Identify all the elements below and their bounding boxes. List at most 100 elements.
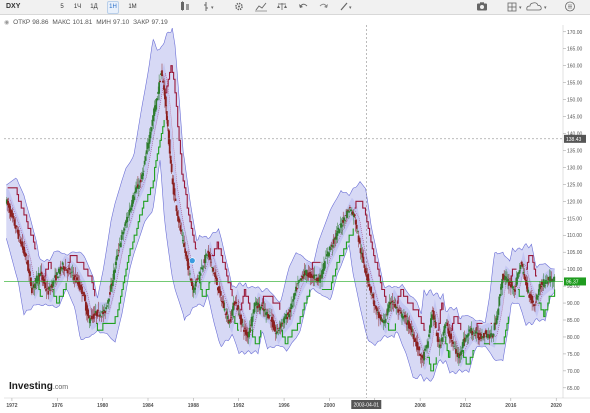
candle-bear [471,330,474,335]
candle-bear [178,218,181,223]
candle-bear [173,188,176,196]
candle-bear [484,330,487,334]
layout-icon[interactable]: ▾ [507,2,522,12]
y-tick-label: 135.00 [567,148,583,154]
candle-bear [332,239,335,244]
candle-bear [355,224,358,229]
candle-bull [336,230,339,236]
candle-bear [264,309,267,310]
candle-bear [175,205,178,212]
candle-bull [428,334,430,337]
candle-bull [467,333,470,337]
candle-bear [44,282,47,289]
candle-bear [72,275,75,276]
price-chart[interactable]: 65.0070.0075.0080.0085.0090.0095.00100.0… [0,15,590,413]
scale-icon[interactable] [277,3,287,10]
candle-bull [537,289,540,296]
candle-bear [368,284,371,287]
candle-bear [161,70,163,77]
candle-bear [245,331,248,336]
candle-bull [122,231,125,235]
candle-bear [96,309,99,317]
candle-bull [155,99,158,110]
candle-bear [235,302,238,304]
candle-bear [45,289,48,291]
y-tick-label: 170.00 [567,30,583,36]
candle-bear [418,346,421,351]
candle-bull [283,316,286,324]
x-tick-label: 2020 [551,403,562,409]
candle-bull [37,273,40,281]
candle-bull [346,210,348,218]
candle-bear [18,234,21,236]
candle-bull [498,296,501,306]
candle-type-icon[interactable] [181,1,189,11]
candle-bear [373,300,375,306]
candle-bull [288,313,291,318]
candle-bear [521,263,524,267]
candle-bear [12,216,15,219]
compare-icon[interactable] [255,2,267,12]
candle-bear [412,334,415,340]
candle-bear [416,341,419,350]
candle-bear [363,264,366,268]
candle-bear [46,288,49,290]
candle-bear [243,329,245,332]
candle-bull [119,242,122,248]
candle-bull [115,255,118,261]
candle-bull [299,278,302,281]
draw-icon[interactable]: ▾ [340,2,352,11]
candle-bull [255,301,258,306]
bars-type-icon[interactable]: ▾ [204,2,214,11]
menu-icon[interactable] [565,1,575,12]
camera-icon[interactable] [477,2,487,11]
candle-bull [356,231,359,232]
svg-text:▾: ▾ [544,5,547,11]
candle-bear [109,292,111,295]
candle-bull [263,309,266,312]
cloud-icon[interactable]: ▾ [526,2,547,11]
candle-bull [204,254,207,264]
candle-bear [104,310,107,313]
candle-bear [47,290,50,295]
candle-bear [243,327,246,329]
candle-bear [86,308,89,316]
candle-bull [194,281,197,287]
x-tick-label: 2008 [415,403,426,409]
y-tick-label: 150.00 [567,98,583,104]
x-tick-label: 1972 [6,403,17,409]
candle-bull [543,285,546,287]
y-tick-label: 65.00 [567,386,580,392]
redo-icon[interactable] [319,3,328,8]
candle-bull [114,261,117,266]
svg-text:▾: ▾ [211,5,214,11]
y-tick-label: 70.00 [567,369,580,375]
candle-bear [214,272,216,277]
candle-bear [165,111,168,121]
candle-bull [444,324,447,329]
candle-bear [80,284,82,287]
gear-icon[interactable] [235,2,243,11]
candle-bear [513,289,516,292]
undo-icon[interactable] [299,3,308,8]
candle-bear [396,307,399,308]
candle-bull [499,293,502,297]
candle-bear [434,321,437,328]
candle-bear [170,163,173,173]
candle-bull [275,331,278,335]
x-tick-label: 2016 [505,403,516,409]
candle-bull [468,329,471,332]
candle-bear [74,275,77,277]
x-tick-label: 1980 [97,403,108,409]
candle-bear [370,286,373,293]
candle-bear [474,334,477,336]
y-tick-label: 110.00 [567,233,582,239]
candle-bull [343,217,346,221]
candle-bear [349,207,351,209]
candle-bull [527,289,530,293]
chart-toolbar: DXY 5 1Ч 1Д 1Н 1М ▾ ▾ ▾ ▾ [0,0,590,15]
y-tick-label: 120.00 [567,199,583,205]
candle-bull [182,240,185,242]
y-tick-label: 105.00 [567,250,583,256]
crosshair-y-label: 138.43 [566,137,582,143]
